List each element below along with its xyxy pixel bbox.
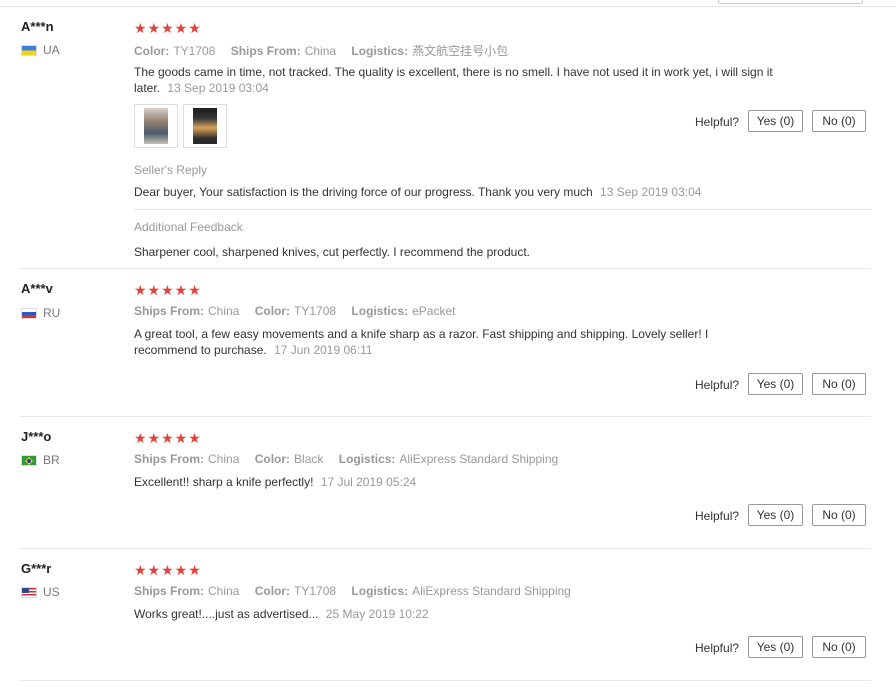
review-date: 13 Sep 2019 03:04 xyxy=(167,81,269,95)
helpful-label: Helpful? xyxy=(695,115,740,129)
reviewer-country: BR xyxy=(21,453,60,467)
attr-label: Logistics: xyxy=(351,44,409,58)
seller-reply-text: Dear buyer, Your satisfaction is the dri… xyxy=(134,185,593,199)
reviewer-name: J***o xyxy=(21,429,52,444)
attr-label: Ships From: xyxy=(134,304,205,318)
reviewer-country: US xyxy=(21,585,60,599)
star-rating: ★★★★★ xyxy=(134,282,202,298)
attr-value: AliExpress Standard Shipping xyxy=(412,584,571,598)
reviewer-country: UA xyxy=(21,43,60,57)
review-attributes: Ships From: China Color: Black Logistics: A… xyxy=(134,452,570,466)
attr-label: Ships From: xyxy=(134,584,205,598)
sort-dropdown[interactable] xyxy=(718,0,863,4)
review-text: The goods came in time, not tracked. The… xyxy=(134,64,774,96)
attr-label: Logistics: xyxy=(351,584,409,598)
attr-label: Ships From: xyxy=(230,44,301,58)
review-body: Works great!....just as advertised... xyxy=(134,607,319,621)
helpful-no-button[interactable]: No (0) xyxy=(812,373,866,395)
reviewer-name: G***r xyxy=(21,561,52,576)
attr-label: Logistics: xyxy=(338,452,396,466)
attr-label: Color: xyxy=(254,584,291,598)
review-text: A great tool, a few easy movements and a… xyxy=(134,326,744,358)
additional-feedback-text: Sharpener cool, sharpened knives, cut pe… xyxy=(134,245,530,259)
helpful-no-button[interactable]: No (0) xyxy=(812,636,866,658)
attr-label: Color: xyxy=(134,44,170,58)
review-attributes: Ships From: China Color: TY1708 Logistics:… xyxy=(134,584,583,598)
review-date: 25 May 2019 10:22 xyxy=(325,607,429,621)
attr-label: Logistics: xyxy=(351,304,409,318)
attr-value: AliExpress Standard Shipping xyxy=(399,452,559,466)
russia-flag-icon xyxy=(21,307,37,319)
review-divider xyxy=(20,416,871,417)
attr-label: Color: xyxy=(254,452,291,466)
divider xyxy=(134,209,871,210)
seller-reply: Dear buyer, Your satisfaction is the dri… xyxy=(134,184,871,200)
reviewer-country: RU xyxy=(21,306,60,320)
attr-value: Black xyxy=(294,452,324,466)
review-text: Excellent!! sharp a knife perfectly! 17 … xyxy=(134,474,774,490)
reviewer-name: A***v xyxy=(21,281,53,296)
helpful-yes-button[interactable]: Yes (0) xyxy=(748,504,803,526)
review-photo-thumbnail[interactable] xyxy=(134,104,178,148)
review-date: 17 Jun 2019 06:11 xyxy=(274,343,373,357)
review-divider xyxy=(20,268,871,269)
ukraine-flag-icon xyxy=(21,44,37,56)
brazil-flag-icon xyxy=(21,454,37,466)
attr-value: TY1708 xyxy=(173,44,216,58)
helpful-label: Helpful? xyxy=(695,641,740,655)
seller-reply-date: 13 Sep 2019 03:04 xyxy=(600,185,702,199)
star-rating: ★★★★★ xyxy=(134,20,202,36)
attr-value: China xyxy=(304,44,337,58)
country-code: UA xyxy=(43,43,60,57)
attr-label: Ships From: xyxy=(134,452,205,466)
review-attributes: Color: TY1708 Ships From: China Logistics:… xyxy=(134,42,520,59)
helpful-label: Helpful? xyxy=(695,378,740,392)
helpful-yes-button[interactable]: Yes (0) xyxy=(748,636,803,658)
attr-value: China xyxy=(208,304,240,318)
review-text: Works great!....just as advertised... 25… xyxy=(134,606,774,622)
review-photo-thumbnail[interactable] xyxy=(183,104,227,148)
helpful-yes-button[interactable]: Yes (0) xyxy=(748,373,803,395)
review-body: A great tool, a few easy movements and a… xyxy=(134,327,709,357)
attr-value: TY1708 xyxy=(294,584,337,598)
review-body: Excellent!! sharp a knife perfectly! xyxy=(134,475,314,489)
attr-value: TY1708 xyxy=(294,304,337,318)
attr-value: 燕文航空挂号小包 xyxy=(412,44,509,58)
attr-value: ePacket xyxy=(412,304,456,318)
additional-feedback-title: Additional Feedback xyxy=(134,220,243,234)
usa-flag-icon xyxy=(21,586,37,598)
helpful-no-button[interactable]: No (0) xyxy=(812,504,866,526)
review-date: 17 Jul 2019 05:24 xyxy=(320,475,417,489)
seller-reply-title: Seller's Reply xyxy=(134,163,207,177)
helpful-no-button[interactable]: No (0) xyxy=(812,110,866,132)
review-divider xyxy=(20,548,871,549)
country-code: US xyxy=(43,585,60,599)
attr-value: China xyxy=(208,584,240,598)
star-rating: ★★★★★ xyxy=(134,430,202,446)
helpful-label: Helpful? xyxy=(695,509,740,523)
review-attributes: Ships From: China Color: TY1708 Logistics:… xyxy=(134,304,467,318)
helpful-yes-button[interactable]: Yes (0) xyxy=(748,110,803,132)
attr-value: China xyxy=(208,452,240,466)
country-code: BR xyxy=(43,453,60,467)
star-rating: ★★★★★ xyxy=(134,562,202,578)
review-divider xyxy=(20,680,871,681)
reviewer-name: A***n xyxy=(21,19,54,34)
country-code: RU xyxy=(43,306,61,320)
attr-label: Color: xyxy=(254,304,291,318)
